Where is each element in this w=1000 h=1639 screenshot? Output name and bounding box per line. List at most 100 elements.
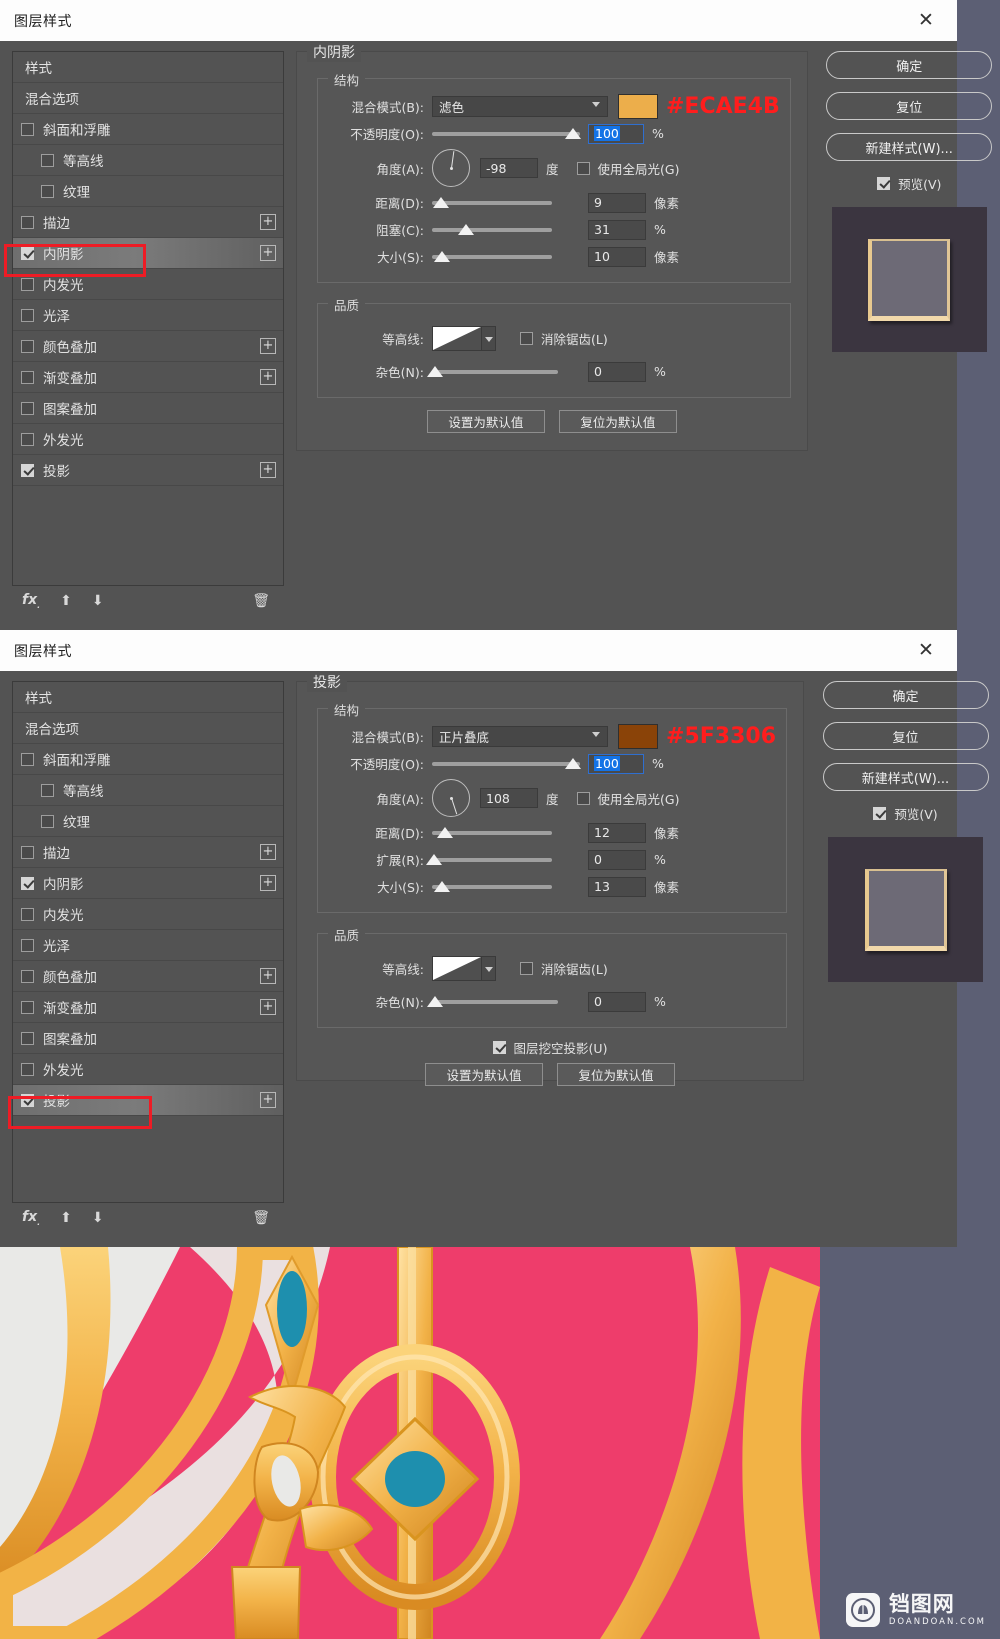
opacity-input[interactable]: 100 [588,753,644,774]
add-effect-icon[interactable]: + [260,844,276,860]
style-enable-checkbox[interactable] [21,1000,34,1014]
use-global-light-checkbox[interactable] [576,161,590,175]
style-list-item[interactable]: 颜色叠加 + [13,961,283,992]
preview-checkbox[interactable] [873,807,887,820]
style-list-item[interactable]: 渐变叠加 + [13,992,283,1023]
distance-slider[interactable] [432,196,552,210]
noise-slider[interactable] [427,365,558,379]
down-arrow-icon[interactable]: ⬇ [92,593,104,609]
noise-slider[interactable] [427,995,558,1009]
style-enable-checkbox[interactable] [21,907,34,921]
antialias-checkbox[interactable] [520,961,533,975]
style-list-item[interactable]: 颜色叠加 + [13,331,283,362]
styles-list[interactable]: 样式 混合选项 斜面和浮雕 等高线 纹理 描边 + 内阴影 + 内发光 光泽 颜色叠加 + 渐变叠加 + 图案… [12,51,284,586]
style-list-item[interactable]: 混合选项 [13,83,283,114]
up-arrow-icon[interactable]: ⬆ [60,593,72,609]
style-enable-checkbox[interactable] [41,814,54,828]
add-effect-icon[interactable]: + [260,369,276,385]
contour-preview[interactable] [432,325,482,351]
style-list-item[interactable]: 图案叠加 [13,393,283,424]
antialias-checkbox[interactable] [520,331,533,345]
add-effect-icon[interactable]: + [260,1092,276,1108]
reset-button[interactable]: 复位 [822,722,989,750]
style-enable-checkbox[interactable] [21,1093,34,1107]
style-list-item[interactable]: 内发光 [13,269,283,300]
style-list-item[interactable]: 等高线 [13,775,283,806]
add-effect-icon[interactable]: + [260,245,276,261]
style-enable-checkbox[interactable] [21,876,34,890]
fx-icon[interactable]: fx. [22,1209,40,1227]
set-default-button[interactable]: 设置为默认值 [426,410,545,433]
reset-button[interactable]: 复位 [826,92,993,120]
angle-dial[interactable] [432,779,470,817]
spread-slider-knob[interactable] [426,853,442,865]
angle-dial[interactable] [432,149,470,187]
add-effect-icon[interactable]: + [260,999,276,1015]
reset-default-button[interactable]: 复位为默认值 [558,410,677,433]
style-list-item[interactable]: 投影 + [13,1085,283,1116]
style-enable-checkbox[interactable] [41,783,54,797]
blend-mode-select[interactable]: 滤色 [432,96,608,117]
spread-slider[interactable] [426,853,552,867]
style-list-item[interactable]: 等高线 [13,145,283,176]
style-enable-checkbox[interactable] [21,432,34,446]
set-default-button[interactable]: 设置为默认值 [425,1063,543,1086]
close-icon[interactable]: ✕ [905,0,947,41]
styles-list[interactable]: 样式 混合选项 斜面和浮雕 等高线 纹理 描边 + 内阴影 + 内发光 光泽 颜色叠加 + 渐变叠加 + 图案… [12,681,284,1203]
distance-input[interactable]: 12 [588,822,646,843]
blend-mode-select[interactable]: 正片叠底 [432,726,608,747]
add-effect-icon[interactable]: + [260,462,276,478]
contour-chevron-down-icon[interactable] [482,325,496,351]
reset-default-button[interactable]: 复位为默认值 [557,1063,675,1086]
new-style-button[interactable]: 新建样式(W)... [822,763,989,791]
style-enable-checkbox[interactable] [21,845,34,859]
distance-slider-knob[interactable] [433,196,449,208]
style-list-item[interactable]: 光泽 [13,930,283,961]
style-list-item[interactable]: 图案叠加 [13,1023,283,1054]
add-effect-icon[interactable]: + [260,338,276,354]
style-list-item[interactable]: 斜面和浮雕 [13,744,283,775]
style-enable-checkbox[interactable] [21,969,34,983]
style-list-item[interactable]: 纹理 [13,176,283,207]
distance-slider-knob[interactable] [437,826,453,838]
noise-input[interactable]: 0 [588,361,646,382]
style-enable-checkbox[interactable] [21,277,34,291]
opacity-slider-knob[interactable] [565,127,581,139]
add-effect-icon[interactable]: + [260,875,276,891]
style-enable-checkbox[interactable] [21,246,34,260]
size-slider-knob[interactable] [434,880,450,892]
style-list-item[interactable]: 样式 [13,682,283,713]
choke-input[interactable]: 31 [588,219,646,240]
style-enable-checkbox[interactable] [21,938,34,952]
size-input[interactable]: 13 [588,876,646,897]
noise-slider-knob[interactable] [427,995,443,1007]
new-style-button[interactable]: 新建样式(W)... [826,133,993,161]
style-list-item[interactable]: 渐变叠加 + [13,362,283,393]
style-enable-checkbox[interactable] [21,401,34,415]
style-enable-checkbox[interactable] [21,339,34,353]
preview-checkbox[interactable] [877,177,891,190]
opacity-input[interactable]: 100 [588,123,644,144]
contour-preview[interactable] [432,955,482,981]
style-list-item[interactable]: 内阴影 + [13,868,283,899]
style-enable-checkbox[interactable] [21,122,34,136]
opacity-slider-knob[interactable] [565,757,581,769]
size-slider[interactable] [432,880,552,894]
noise-input[interactable]: 0 [588,991,646,1012]
use-global-light-checkbox[interactable] [576,791,590,805]
contour-chevron-down-icon[interactable] [482,955,496,981]
distance-slider[interactable] [432,826,552,840]
style-list-item[interactable]: 内发光 [13,899,283,930]
angle-input[interactable]: -98 [480,158,538,178]
size-slider-knob[interactable] [434,250,450,262]
trash-icon[interactable]: 🗑 [252,593,270,609]
add-effect-icon[interactable]: + [260,214,276,230]
shadow-color-swatch[interactable] [618,724,658,749]
style-list-item[interactable]: 混合选项 [13,713,283,744]
noise-slider-knob[interactable] [427,365,443,377]
ok-button[interactable]: 确定 [822,681,989,709]
fx-icon[interactable]: fx. [22,592,40,610]
style-enable-checkbox[interactable] [41,184,54,198]
spread-input[interactable]: 0 [588,849,646,870]
add-effect-icon[interactable]: + [260,968,276,984]
